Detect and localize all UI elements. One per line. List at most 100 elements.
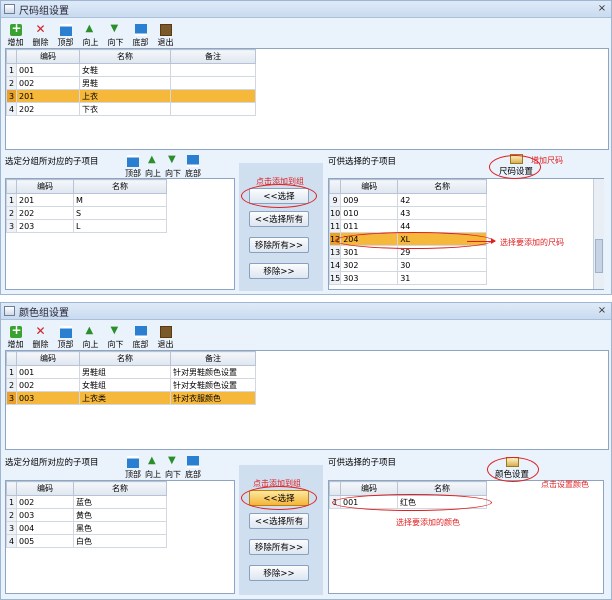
name-cell[interactable]: 白色 xyxy=(73,534,167,548)
down-button[interactable]: 向下 xyxy=(103,322,128,350)
name-cell[interactable]: 男鞋组 xyxy=(79,365,171,379)
close-icon[interactable]: × xyxy=(595,3,609,15)
code-cell[interactable]: 004 xyxy=(16,521,74,535)
name-cell[interactable]: S xyxy=(73,206,167,220)
table-row[interactable]: 14 302 30 xyxy=(329,258,488,272)
name-cell[interactable]: 43 xyxy=(397,206,488,220)
name-cell[interactable]: 女鞋组 xyxy=(79,378,171,392)
row-number: 2 xyxy=(6,76,17,90)
remove-all-button[interactable]: 移除所有>> xyxy=(249,237,309,253)
row-number: 13 xyxy=(329,245,342,259)
note-cell[interactable]: 针对男鞋颜色设置 xyxy=(170,365,256,379)
remove-all-button[interactable]: 移除所有>> xyxy=(249,539,309,555)
top-button[interactable]: 顶部 xyxy=(53,322,78,350)
note-cell[interactable] xyxy=(170,63,256,77)
table-row[interactable]: 2 202 S xyxy=(6,206,167,220)
select-all-button[interactable]: <<选择所有 xyxy=(249,513,309,529)
up-button[interactable]: 向上 xyxy=(78,322,103,350)
name-cell[interactable]: 42 xyxy=(397,193,488,207)
name-cell[interactable]: 黄色 xyxy=(73,508,167,522)
name-cell[interactable]: 蓝色 xyxy=(73,495,167,509)
top-button[interactable]: 顶部 xyxy=(53,20,78,48)
add-button[interactable]: 增加 xyxy=(3,322,28,350)
exit-button[interactable]: 退出 xyxy=(153,322,178,350)
sub-bottom-button[interactable]: 底部 xyxy=(183,452,203,480)
remove-button[interactable]: 移除>> xyxy=(249,565,309,581)
table-row[interactable]: 1 001 男鞋组 针对男鞋颜色设置 xyxy=(6,365,256,379)
down-button[interactable]: 向下 xyxy=(103,20,128,48)
table-row[interactable]: 2 002 女鞋组 针对女鞋颜色设置 xyxy=(6,378,256,392)
table-row[interactable]: 11 011 44 xyxy=(329,219,488,233)
delete-icon xyxy=(35,22,47,36)
table-row[interactable]: 3 203 L xyxy=(6,219,167,233)
scrollbar-thumb[interactable] xyxy=(595,239,603,273)
code-cell[interactable]: 302 xyxy=(340,258,399,272)
code-cell[interactable]: 001 xyxy=(16,63,80,77)
code-cell[interactable]: 201 xyxy=(16,193,74,207)
sub-bottom-button[interactable]: 底部 xyxy=(183,151,203,179)
code-cell[interactable]: 010 xyxy=(340,206,399,220)
table-row-selected[interactable]: 3 003 上衣类 针对衣服颜色 xyxy=(6,391,256,405)
name-cell[interactable]: 下衣 xyxy=(79,102,171,116)
name-cell[interactable]: 女鞋 xyxy=(79,63,171,77)
code-cell[interactable]: 201 xyxy=(16,89,80,103)
code-cell[interactable]: 002 xyxy=(16,76,80,90)
sub-down-button[interactable]: 向下 xyxy=(163,151,183,179)
code-cell[interactable]: 002 xyxy=(16,495,74,509)
table-row[interactable]: 4 005 白色 xyxy=(6,534,167,548)
table-row[interactable]: 1 001 女鞋 xyxy=(6,63,256,77)
code-cell[interactable]: 002 xyxy=(16,378,80,392)
note-cell[interactable] xyxy=(170,76,256,90)
code-cell[interactable]: 009 xyxy=(340,193,399,207)
exit-button[interactable]: 退出 xyxy=(153,20,178,48)
bottom-button[interactable]: 底部 xyxy=(128,20,153,48)
code-cell[interactable]: 011 xyxy=(340,219,399,233)
name-cell[interactable]: 44 xyxy=(397,219,488,233)
sub-top-button[interactable]: 顶部 xyxy=(123,452,143,480)
close-icon[interactable]: × xyxy=(595,305,609,317)
table-row[interactable]: 2 003 黄色 xyxy=(6,508,167,522)
name-cell[interactable]: 男鞋 xyxy=(79,76,171,90)
code-cell[interactable]: 001 xyxy=(16,365,80,379)
code-cell[interactable]: 202 xyxy=(16,206,74,220)
name-cell[interactable]: 黑色 xyxy=(73,521,167,535)
note-cell[interactable]: 针对衣服颜色 xyxy=(170,391,256,405)
select-all-button[interactable]: <<选择所有 xyxy=(249,211,309,227)
sub-down-button[interactable]: 向下 xyxy=(163,452,183,480)
note-cell[interactable]: 针对女鞋颜色设置 xyxy=(170,378,256,392)
note-cell[interactable] xyxy=(170,102,256,116)
table-row[interactable]: 10 010 43 xyxy=(329,206,488,220)
table-row[interactable]: 9 009 42 xyxy=(329,193,488,207)
table-row[interactable]: 3 004 黑色 xyxy=(6,521,167,535)
table-row[interactable]: 4 202 下衣 xyxy=(6,102,256,116)
name-header: 名称 xyxy=(73,179,167,194)
name-cell[interactable]: 上衣 xyxy=(79,89,171,103)
delete-button[interactable]: 删除 xyxy=(28,20,53,48)
code-cell[interactable]: 003 xyxy=(16,391,80,405)
delete-button[interactable]: 删除 xyxy=(28,322,53,350)
available-scrollbar[interactable] xyxy=(593,179,604,289)
up-button[interactable]: 向上 xyxy=(78,20,103,48)
add-button[interactable]: 增加 xyxy=(3,20,28,48)
code-cell[interactable]: 303 xyxy=(340,271,399,285)
name-cell[interactable]: 31 xyxy=(397,271,488,285)
code-cell[interactable]: 005 xyxy=(16,534,74,548)
sub-up-button[interactable]: 向上 xyxy=(143,452,163,480)
name-cell[interactable]: 上衣类 xyxy=(79,391,171,405)
name-cell[interactable]: M xyxy=(73,193,167,207)
code-cell[interactable]: 203 xyxy=(16,219,74,233)
table-row-selected[interactable]: 3 201 上衣 xyxy=(6,89,256,103)
table-row[interactable]: 15 303 31 xyxy=(329,271,488,285)
sub-top-button[interactable]: 顶部 xyxy=(123,151,143,179)
sub-up-button[interactable]: 向上 xyxy=(143,151,163,179)
name-cell[interactable]: L xyxy=(73,219,167,233)
table-row[interactable]: 1 002 蓝色 xyxy=(6,495,167,509)
remove-button[interactable]: 移除>> xyxy=(249,263,309,279)
name-cell[interactable]: 30 xyxy=(397,258,488,272)
bottom-button[interactable]: 底部 xyxy=(128,322,153,350)
code-cell[interactable]: 003 xyxy=(16,508,74,522)
table-row[interactable]: 1 201 M xyxy=(6,193,167,207)
code-cell[interactable]: 202 xyxy=(16,102,80,116)
note-cell[interactable] xyxy=(170,89,256,103)
table-row[interactable]: 2 002 男鞋 xyxy=(6,76,256,90)
